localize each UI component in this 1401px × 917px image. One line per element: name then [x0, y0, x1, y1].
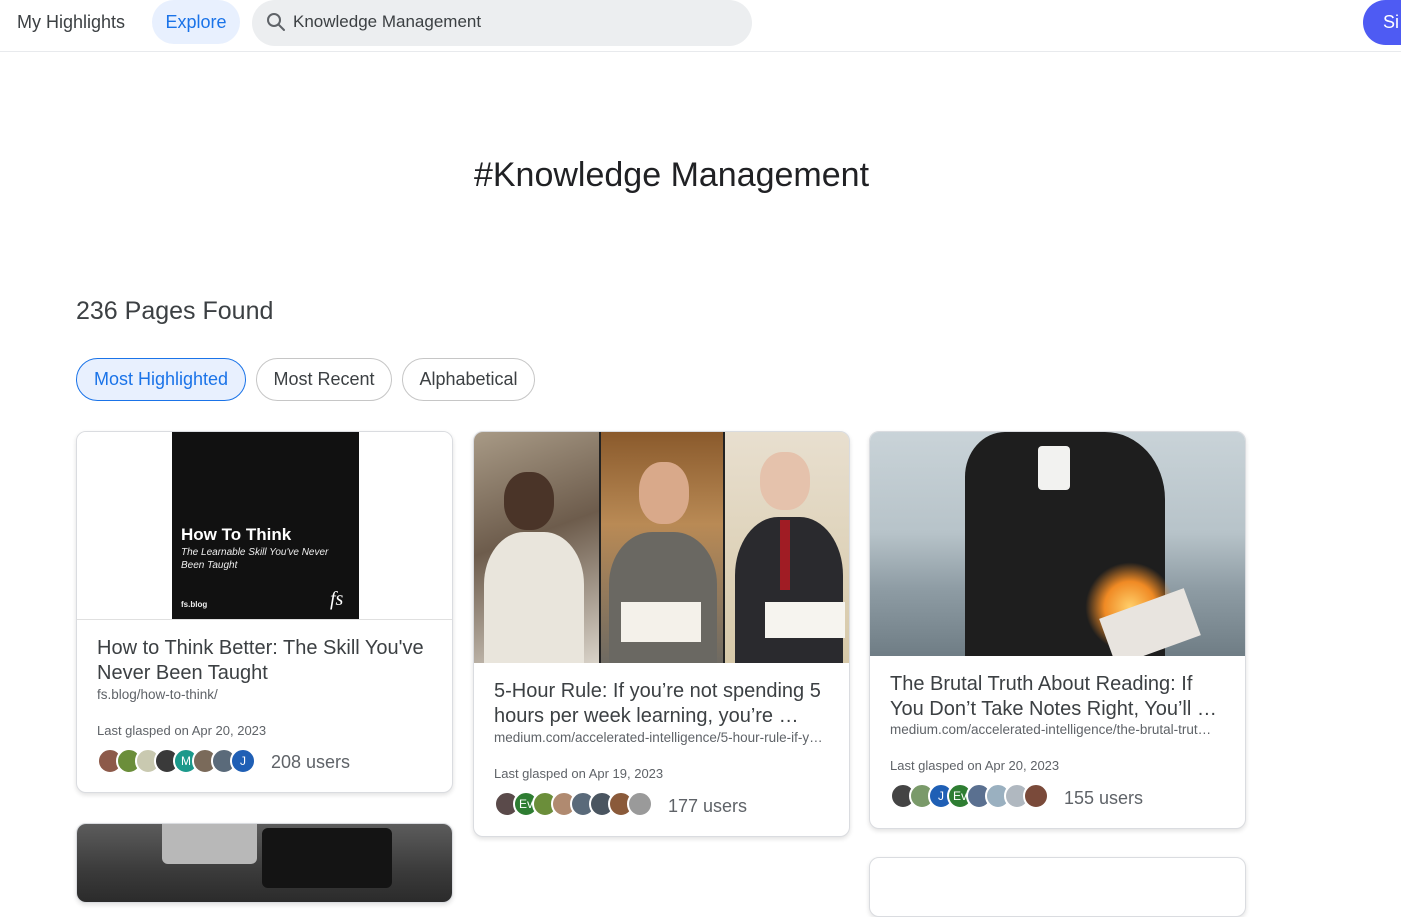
page-card[interactable] [869, 857, 1246, 917]
search-icon [267, 13, 285, 31]
sort-alphabetical-button[interactable]: Alphabetical [402, 358, 535, 401]
nav-my-highlights[interactable]: My Highlights [17, 0, 125, 44]
photo-panel [599, 432, 723, 663]
card-date: Last glasped on Apr 20, 2023 [97, 723, 267, 738]
search-bar[interactable]: Knowledge Management [252, 0, 752, 46]
fs-logo: fs [330, 588, 344, 610]
search-input[interactable]: Knowledge Management [293, 0, 481, 44]
card-thumbnail [474, 432, 849, 663]
page-card[interactable]: The Brutal Truth About Reading: If You D… [869, 431, 1246, 829]
cover-title: How To Think [181, 525, 292, 544]
card-url: medium.com/accelerated-intelligence/5-ho… [494, 730, 823, 745]
cover-site: fs.blog [181, 600, 208, 609]
sort-most-highlighted-button[interactable]: Most Highlighted [76, 358, 246, 401]
avatar [1023, 783, 1049, 809]
photo-panel [723, 432, 849, 663]
page-card[interactable]: How To Think The Learnable Skill You've … [76, 431, 453, 793]
results-count: 236 Pages Found [76, 297, 274, 325]
user-avatars: Ev [494, 791, 664, 817]
card-title[interactable]: The Brutal Truth About Reading: If You D… [890, 672, 1230, 722]
user-count: 155 users [1064, 788, 1144, 808]
user-avatars: M J [97, 748, 267, 774]
card-url: medium.com/accelerated-intelligence/the-… [890, 722, 1212, 737]
page-card[interactable] [76, 823, 453, 903]
top-bar: My Highlights Explore Knowledge Manageme… [0, 0, 1401, 52]
card-url: fs.blog/how-to-think/ [97, 687, 218, 702]
user-count: 177 users [668, 796, 748, 816]
card-title[interactable]: How to Think Better: The Skill You've Ne… [97, 636, 437, 686]
user-avatars: J Ev [890, 783, 1060, 809]
photo-panel [474, 432, 599, 663]
nav-explore[interactable]: Explore [152, 0, 240, 44]
sign-in-button[interactable]: Si [1363, 0, 1401, 45]
page-card[interactable]: 5-Hour Rule: If you’re not spending 5 ho… [473, 431, 850, 837]
card-title[interactable]: 5-Hour Rule: If you’re not spending 5 ho… [494, 679, 834, 729]
card-date: Last glasped on Apr 20, 2023 [890, 758, 1060, 773]
user-count: 208 users [271, 752, 351, 772]
book-cover-image: How To Think The Learnable Skill You've … [172, 432, 359, 619]
card-thumbnail [870, 432, 1245, 656]
cover-subtitle: The Learnable Skill You've Never Been Ta… [181, 547, 329, 571]
sort-most-recent-button[interactable]: Most Recent [256, 358, 392, 401]
card-date: Last glasped on Apr 19, 2023 [494, 766, 664, 781]
avatar: J [230, 748, 256, 774]
card-thumbnail: How To Think The Learnable Skill You've … [77, 432, 452, 620]
avatar [627, 791, 653, 817]
page-title: #Knowledge Management [473, 156, 870, 194]
